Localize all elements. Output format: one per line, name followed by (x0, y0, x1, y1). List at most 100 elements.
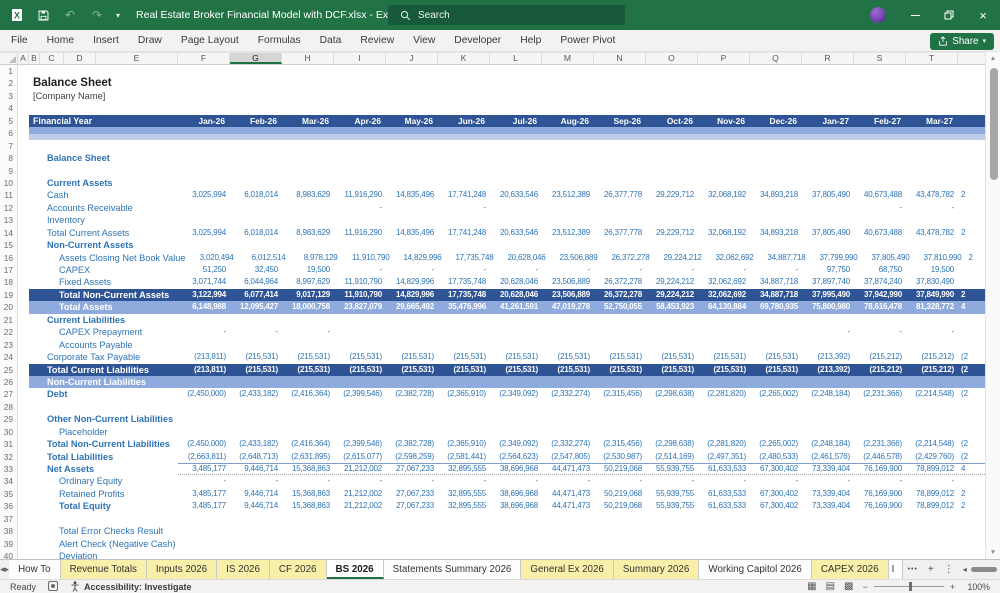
cell[interactable]: 32,062,692 (705, 252, 757, 264)
row-header-29[interactable]: 29 (0, 413, 18, 426)
cell[interactable]: 3,485,177 (178, 500, 230, 512)
row-header-40[interactable]: 40 (0, 550, 18, 559)
cell[interactable]: - (386, 475, 438, 487)
cell[interactable]: 20,628,046 (497, 252, 549, 264)
row-label[interactable] (18, 165, 178, 177)
cell[interactable]: (215,212) (854, 351, 906, 363)
cell[interactable]: 3,122,994 (178, 289, 230, 301)
sheet-tab-inputs-2026[interactable]: Inputs 2026 (146, 560, 218, 579)
cell[interactable]: (2,581,441) (438, 451, 490, 463)
row-label[interactable]: Corporate Tax Payable (18, 351, 178, 363)
cell[interactable]: 32,895,555 (438, 500, 490, 512)
cell[interactable]: 41,261,591 (490, 301, 542, 313)
cell[interactable]: 26,372,278 (594, 289, 646, 301)
row-label[interactable]: Accounts Receivable (18, 202, 178, 214)
row-label[interactable]: Retained Profits (18, 488, 178, 500)
month-header-cell[interactable]: Aug-26 (542, 115, 594, 127)
cell[interactable]: (215,531) (698, 351, 750, 363)
row-header-14[interactable]: 14 (0, 226, 18, 240)
cell[interactable]: 61,633,533 (698, 500, 750, 512)
row-header-3[interactable]: 3 (0, 89, 18, 103)
cell[interactable]: 3,025,994 (178, 227, 230, 239)
cell[interactable]: - (490, 264, 542, 276)
ribbon-tab-help[interactable]: Help (520, 35, 541, 46)
cell-partial[interactable]: 2 (958, 289, 985, 301)
cell[interactable]: 52,750,055 (594, 301, 646, 313)
row-header-2[interactable]: 2 (0, 77, 18, 90)
month-header-cell[interactable]: Jan-27 (802, 115, 854, 127)
cell[interactable]: - (802, 326, 854, 338)
cell[interactable]: 81,328,772 (906, 301, 958, 313)
cell[interactable]: 76,169,900 (854, 463, 906, 475)
cell[interactable]: (2,265,002) (750, 438, 802, 450)
ribbon-tab-developer[interactable]: Developer (454, 35, 501, 46)
share-button[interactable]: Share ▾ (930, 32, 994, 50)
cell[interactable]: 15,368,863 (282, 500, 334, 512)
cell[interactable]: 32,450 (230, 264, 282, 276)
cell[interactable]: - (750, 264, 802, 276)
cell[interactable]: (215,531) (750, 351, 802, 363)
column-header-J[interactable]: J (386, 53, 438, 64)
cell[interactable]: - (282, 475, 334, 487)
cell[interactable]: (2,248,184) (802, 438, 854, 450)
cell[interactable]: 20,628,046 (490, 276, 542, 288)
row-header-10[interactable]: 10 (0, 176, 18, 190)
row-label[interactable]: Debt (18, 388, 178, 400)
column-header-R[interactable]: R (802, 53, 854, 64)
cell[interactable] (386, 326, 438, 338)
cell[interactable]: (2,450,000) (178, 438, 230, 450)
cell[interactable]: (2,514,169) (646, 451, 698, 463)
close-button[interactable]: × (966, 0, 1000, 30)
row-label[interactable]: Balance Sheet (18, 152, 178, 164)
cell[interactable]: (2,248,184) (802, 388, 854, 400)
zoom-level[interactable]: 100% (964, 582, 991, 592)
cell[interactable]: 37,830,490 (906, 276, 958, 288)
column-header-G[interactable]: G (230, 53, 282, 64)
cell[interactable]: 37,942,990 (854, 289, 906, 301)
cell[interactable]: (215,531) (646, 364, 698, 376)
cell[interactable]: 78,899,012 (906, 488, 958, 500)
cell[interactable]: 14,829,996 (386, 289, 438, 301)
cell[interactable]: (2,265,002) (750, 388, 802, 400)
cell[interactable]: 32,062,692 (698, 276, 750, 288)
cell[interactable]: 73,339,404 (802, 463, 854, 475)
cell[interactable]: (2,663,811) (178, 451, 230, 463)
cell[interactable]: 17,741,248 (438, 227, 490, 239)
cell[interactable]: (215,531) (386, 364, 438, 376)
cell[interactable]: 8,983,629 (282, 227, 334, 239)
cell[interactable]: - (854, 475, 906, 487)
cell[interactable]: (2,349,092) (490, 438, 542, 450)
cell[interactable]: 32,068,192 (698, 189, 750, 201)
cell[interactable]: - (906, 475, 958, 487)
cell-partial[interactable]: (2 (958, 451, 985, 463)
row-label[interactable]: Balance Sheet (18, 77, 178, 89)
add-sheet-button[interactable]: + (928, 560, 934, 579)
month-header-cell[interactable]: Mar-27 (906, 115, 958, 127)
month-header-cell[interactable]: Jan-26 (178, 115, 230, 127)
tab-overflow-menu-icon[interactable]: ⋮ (944, 560, 954, 579)
row-label[interactable]: Non-Current Assets (18, 239, 178, 251)
row-header-36[interactable]: 36 (0, 500, 18, 513)
cell[interactable]: 61,633,533 (698, 463, 750, 475)
cell[interactable]: 17,741,248 (438, 189, 490, 201)
cell[interactable]: 3,071,744 (178, 276, 230, 288)
cell[interactable]: 29,224,212 (646, 276, 698, 288)
zoom-out-icon[interactable]: − (862, 582, 867, 592)
cell[interactable]: (2,315,456) (594, 438, 646, 450)
row-header-4[interactable]: 4 (0, 102, 18, 115)
cell[interactable]: (215,531) (542, 351, 594, 363)
sheet-tab-revenue-totals[interactable]: Revenue Totals (60, 560, 147, 579)
cell[interactable]: 14,829,996 (393, 252, 445, 264)
row-header-30[interactable]: 30 (0, 425, 18, 439)
row-label[interactable]: Total Equity (18, 500, 178, 512)
cell[interactable]: 55,939,755 (646, 463, 698, 475)
cell[interactable]: 40,673,488 (854, 189, 906, 201)
cell[interactable]: (215,531) (750, 364, 802, 376)
save-icon[interactable] (35, 7, 51, 23)
row-label[interactable]: Ordinary Equity (18, 475, 178, 487)
cell[interactable]: (215,531) (490, 364, 542, 376)
cell[interactable]: 32,068,192 (698, 227, 750, 239)
cell[interactable]: 21,212,002 (334, 488, 386, 500)
row-header-37[interactable]: 37 (0, 512, 18, 526)
row-header-33[interactable]: 33 (0, 463, 18, 476)
